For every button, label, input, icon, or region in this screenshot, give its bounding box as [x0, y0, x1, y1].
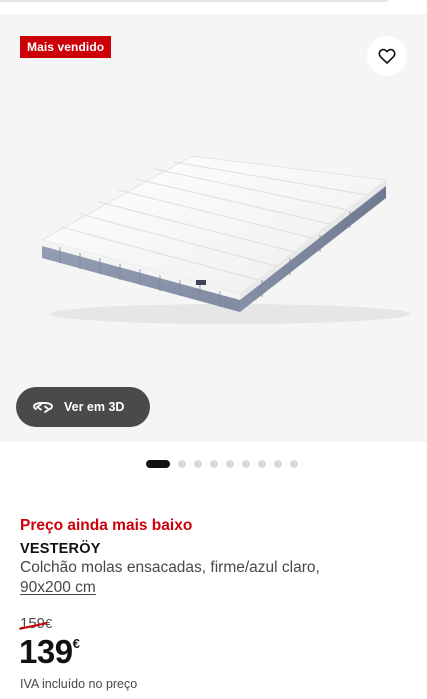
- rotate-3d-icon: [33, 402, 53, 413]
- pagination-dot[interactable]: [210, 460, 218, 468]
- price-currency: €: [72, 636, 80, 651]
- product-size-link[interactable]: 90x200 cm: [20, 578, 415, 598]
- top-divider: [0, 0, 388, 2]
- product-info: Preço ainda mais baixo VESTERÖY Colchão …: [20, 516, 415, 598]
- view-3d-button[interactable]: Ver em 3D: [16, 387, 150, 427]
- pagination-dot[interactable]: [290, 460, 298, 468]
- promo-label: Preço ainda mais baixo: [20, 517, 193, 534]
- current-price: 139€: [19, 632, 80, 679]
- pagination-dot-active[interactable]: [146, 460, 170, 468]
- pagination-dot[interactable]: [226, 460, 234, 468]
- old-price-value: 159: [20, 615, 46, 632]
- pagination-dot[interactable]: [194, 460, 202, 468]
- product-name: VESTERÖY: [20, 541, 101, 557]
- gallery-pagination: [0, 459, 427, 469]
- product-description: Colchão molas ensacadas, firme/azul clar…: [20, 559, 320, 576]
- product-gallery[interactable]: Mais vendido Ver em 3D: [0, 14, 427, 442]
- old-price: 159€: [20, 614, 52, 634]
- favorite-button[interactable]: [367, 36, 407, 76]
- bestseller-badge: Mais vendido: [20, 36, 112, 58]
- view-3d-label: Ver em 3D: [64, 400, 125, 414]
- vat-note: IVA incluído no preço: [20, 677, 138, 691]
- pagination-dot[interactable]: [258, 460, 266, 468]
- pagination-dot[interactable]: [274, 460, 282, 468]
- pagination-dot[interactable]: [242, 460, 250, 468]
- pagination-dot[interactable]: [178, 460, 186, 468]
- price-value: 139: [19, 633, 73, 670]
- top-strip: [0, 0, 427, 14]
- heart-outline-icon: [378, 48, 396, 64]
- product-image: [40, 155, 410, 324]
